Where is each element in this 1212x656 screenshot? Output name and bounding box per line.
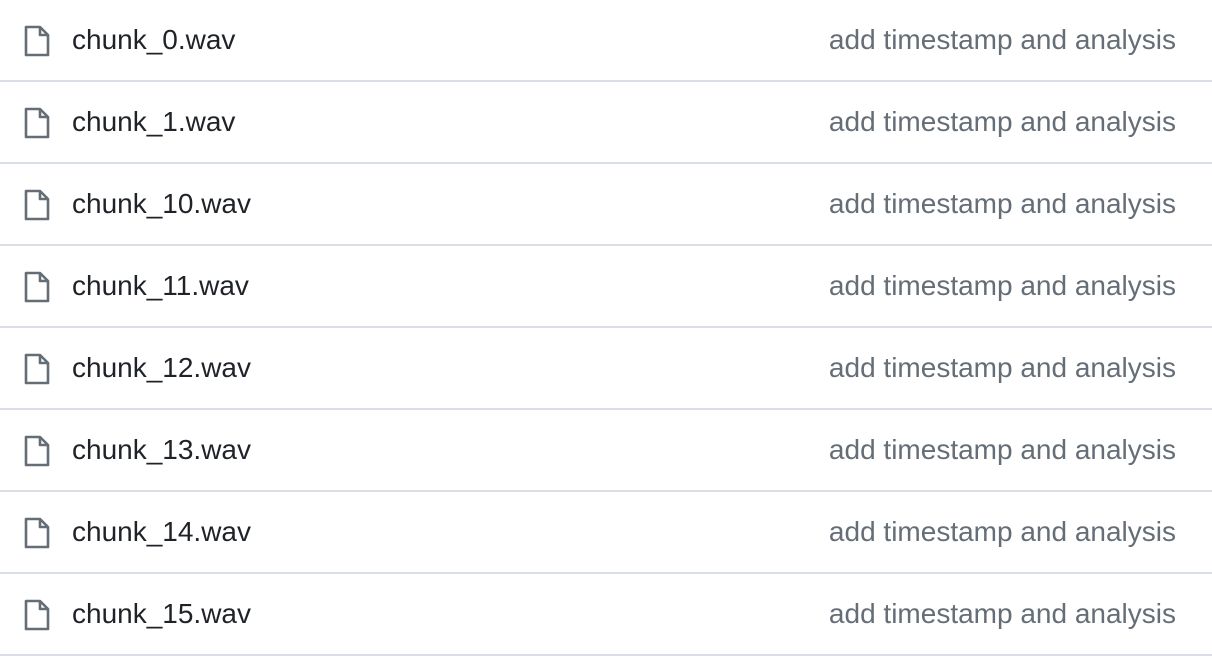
file-icon: [23, 24, 51, 58]
commit-message-link[interactable]: add timestamp and analysis: [829, 164, 1176, 244]
file-icon: [23, 434, 51, 468]
file-name-link[interactable]: chunk_12.wav: [72, 328, 251, 408]
file-name-link[interactable]: chunk_0.wav: [72, 0, 235, 80]
file-name-link[interactable]: chunk_13.wav: [72, 410, 251, 490]
file-name-link[interactable]: chunk_11.wav: [72, 246, 249, 326]
file-row[interactable]: chunk_14.wav add timestamp and analysis: [0, 492, 1212, 574]
commit-message-link[interactable]: add timestamp and analysis: [829, 0, 1176, 80]
file-name-link[interactable]: chunk_15.wav: [72, 574, 251, 654]
file-row[interactable]: chunk_10.wav add timestamp and analysis: [0, 164, 1212, 246]
file-icon: [23, 188, 51, 222]
file-icon: [23, 598, 51, 632]
file-name-link[interactable]: chunk_1.wav: [72, 82, 235, 162]
file-row[interactable]: chunk_13.wav add timestamp and analysis: [0, 410, 1212, 492]
file-row[interactable]: chunk_1.wav add timestamp and analysis: [0, 82, 1212, 164]
commit-message-link[interactable]: add timestamp and analysis: [829, 492, 1176, 572]
file-icon: [23, 270, 51, 304]
file-list: chunk_0.wav add timestamp and analysis c…: [0, 0, 1212, 656]
file-icon: [23, 516, 51, 550]
file-icon: [23, 106, 51, 140]
file-name-link[interactable]: chunk_14.wav: [72, 492, 251, 572]
commit-message-link[interactable]: add timestamp and analysis: [829, 328, 1176, 408]
file-row[interactable]: chunk_11.wav add timestamp and analysis: [0, 246, 1212, 328]
file-row[interactable]: chunk_0.wav add timestamp and analysis: [0, 0, 1212, 82]
commit-message-link[interactable]: add timestamp and analysis: [829, 246, 1176, 326]
file-row[interactable]: chunk_12.wav add timestamp and analysis: [0, 328, 1212, 410]
commit-message-link[interactable]: add timestamp and analysis: [829, 410, 1176, 490]
commit-message-link[interactable]: add timestamp and analysis: [829, 574, 1176, 654]
file-name-link[interactable]: chunk_10.wav: [72, 164, 251, 244]
file-icon: [23, 352, 51, 386]
commit-message-link[interactable]: add timestamp and analysis: [829, 82, 1176, 162]
